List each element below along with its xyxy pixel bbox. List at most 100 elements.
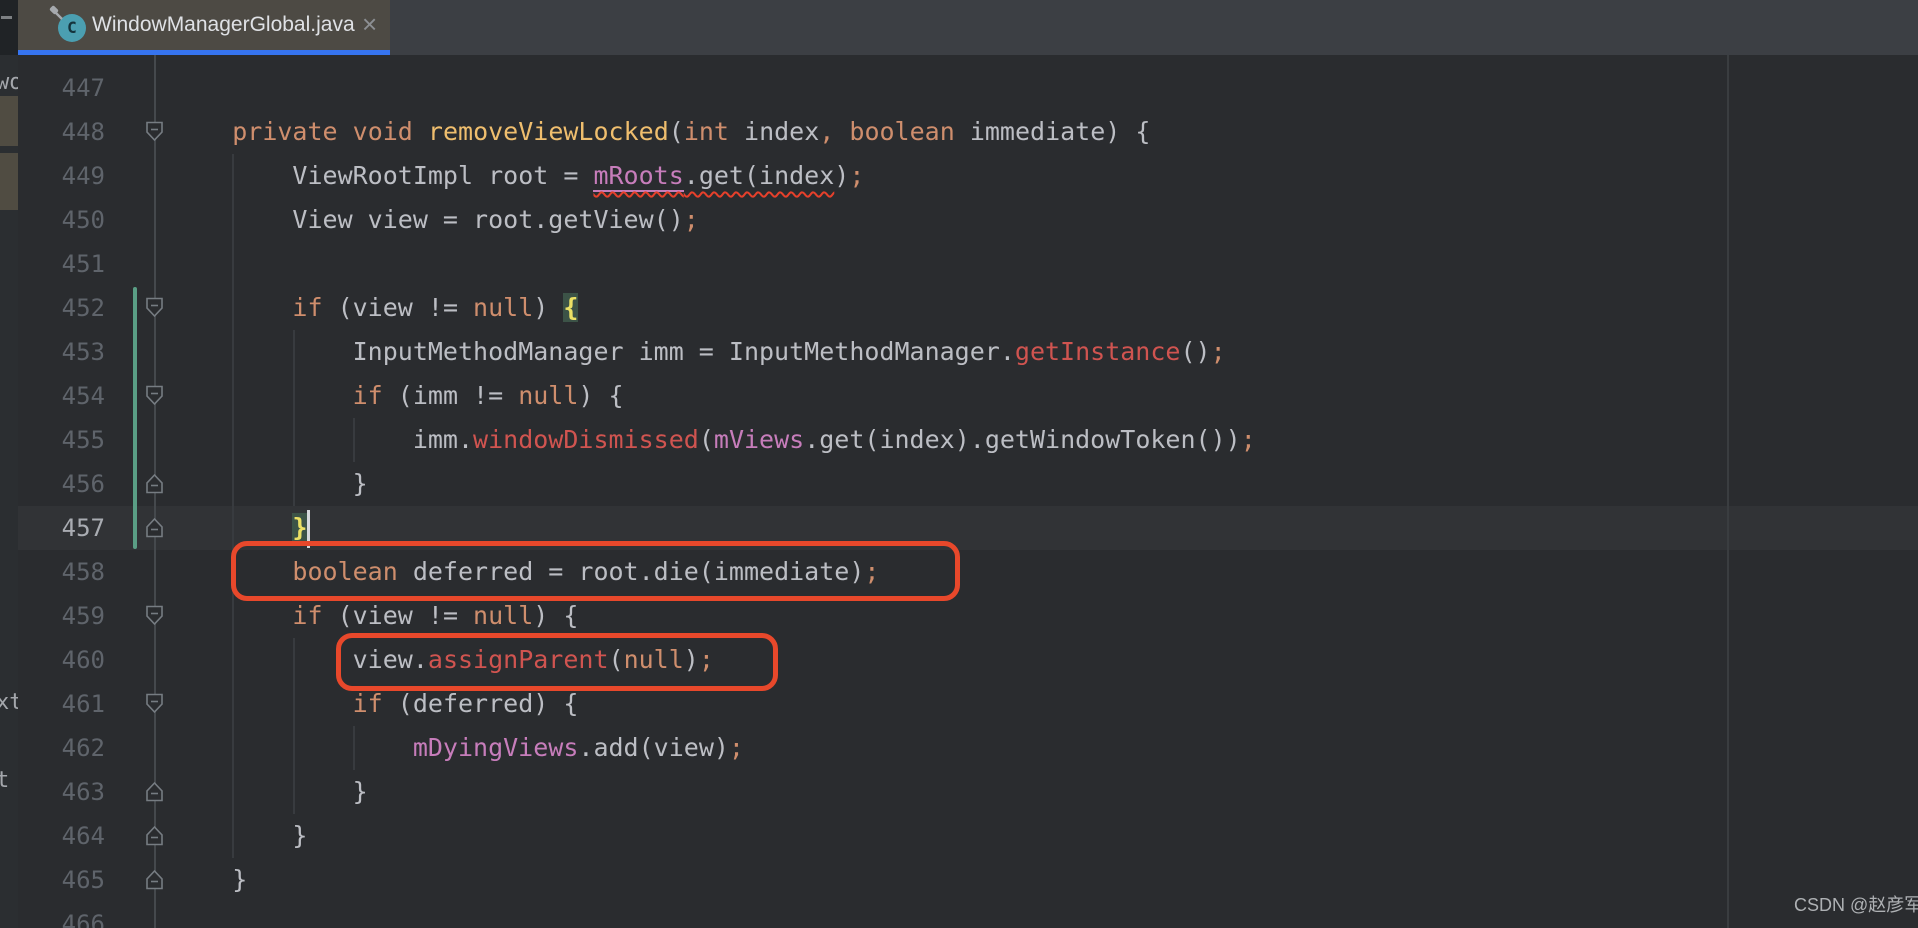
token-kw: null <box>473 293 534 322</box>
token-err: windowDismissed <box>473 425 699 454</box>
code-line[interactable]: 462 mDyingViews.add(view); <box>0 726 1918 770</box>
line-number[interactable]: 457 <box>30 506 105 550</box>
token-kw: int <box>683 117 729 146</box>
fold-collapse-icon[interactable] <box>145 693 164 714</box>
fold-end-icon[interactable] <box>145 517 164 538</box>
token-brace: { <box>563 293 579 322</box>
line-number[interactable]: 449 <box>30 154 105 198</box>
token-kw: null <box>518 381 579 410</box>
token-d: InputMethodManager imm = InputMethodMana… <box>352 337 1015 366</box>
editor-tab-bar: C WindowManagerGlobal.java × <box>0 0 1918 55</box>
token-field: mDyingViews <box>412 733 579 762</box>
code-text[interactable]: ViewRootImpl root = mRoots.get(index); <box>172 154 864 198</box>
token-d <box>413 117 428 146</box>
clipped-dash <box>1 16 12 19</box>
token-d: } <box>232 865 248 894</box>
fold-end-icon[interactable] <box>145 781 164 802</box>
token-decl: removeViewLocked <box>427 117 669 146</box>
code-text[interactable]: if (imm != null) { <box>172 374 624 418</box>
token-kw: if <box>292 601 323 630</box>
token-kw: if <box>352 689 383 718</box>
clipped-text-fragment: xt <box>0 690 18 715</box>
code-text[interactable]: if (view != null) { <box>172 286 579 330</box>
code-line[interactable]: 447 <box>0 66 1918 110</box>
line-number[interactable]: 450 <box>30 198 105 242</box>
code-text[interactable]: mDyingViews.add(view); <box>172 726 744 770</box>
code-text[interactable]: private void removeViewLocked(int index,… <box>172 110 1150 154</box>
token-d: } <box>352 777 368 806</box>
code-line[interactable]: 466 <box>0 902 1918 928</box>
code-text[interactable]: } <box>172 814 307 858</box>
code-line[interactable]: 449 ViewRootImpl root = mRoots.get(index… <box>0 154 1918 198</box>
token-d: ) <box>533 293 564 322</box>
line-number[interactable]: 452 <box>30 286 105 330</box>
token-kw: null <box>473 601 534 630</box>
tab-windowmanagerglobal[interactable]: C WindowManagerGlobal.java × <box>18 0 390 55</box>
tab-close-icon[interactable]: × <box>362 0 377 50</box>
code-line[interactable]: 450 View view = root.getView(); <box>0 198 1918 242</box>
line-number[interactable]: 466 <box>30 902 105 928</box>
line-number[interactable]: 455 <box>30 418 105 462</box>
code-line[interactable]: 453 InputMethodManager imm = InputMethod… <box>0 330 1918 374</box>
code-line[interactable]: 455 imm.windowDismissed(mViews.get(index… <box>0 418 1918 462</box>
error-squiggle: .get(index <box>684 161 835 190</box>
line-number[interactable]: 448 <box>30 110 105 154</box>
token-d: ( <box>668 117 684 146</box>
fold-end-icon[interactable] <box>145 825 164 846</box>
highlight-boolean-deferred-root-die <box>231 541 960 601</box>
code-text[interactable]: View view = root.getView(); <box>172 198 699 242</box>
fold-end-icon[interactable] <box>145 869 164 890</box>
fold-collapse-icon[interactable] <box>145 297 164 318</box>
token-kw: if <box>352 381 383 410</box>
line-number[interactable]: 462 <box>30 726 105 770</box>
line-number[interactable]: 451 <box>30 242 105 286</box>
code-line[interactable]: 454 if (imm != null) { <box>0 374 1918 418</box>
error-squiggle: mRoots <box>593 161 684 192</box>
token-kw: ; <box>683 205 699 234</box>
token-d: (view != <box>322 293 474 322</box>
code-text[interactable]: imm.windowDismissed(mViews.get(index).ge… <box>172 418 1256 462</box>
selection-block <box>0 153 18 210</box>
line-number[interactable]: 463 <box>30 770 105 814</box>
line-number[interactable]: 456 <box>30 462 105 506</box>
token-d: ) { <box>1105 117 1151 146</box>
line-number[interactable]: 461 <box>30 682 105 726</box>
code-line[interactable]: 460 view.assignParent(null); <box>0 638 1918 682</box>
fold-collapse-icon[interactable] <box>145 385 164 406</box>
token-d: ) { <box>533 601 579 630</box>
line-number[interactable]: 465 <box>30 858 105 902</box>
code-line[interactable]: 448 private void removeViewLocked(int in… <box>0 110 1918 154</box>
code-line[interactable]: 464 } <box>0 814 1918 858</box>
clipped-text-fragment: t <box>0 768 10 793</box>
line-number[interactable]: 458 <box>30 550 105 594</box>
line-number[interactable]: 454 <box>30 374 105 418</box>
token-d: (imm != <box>382 381 519 410</box>
line-number[interactable]: 447 <box>30 66 105 110</box>
code-text[interactable]: } <box>172 858 247 902</box>
line-number[interactable]: 453 <box>30 330 105 374</box>
token-field: mRoots <box>593 161 684 192</box>
tabbar-left-corner <box>0 0 18 55</box>
line-number[interactable]: 464 <box>30 814 105 858</box>
code-line[interactable]: 465 } <box>0 858 1918 902</box>
code-line[interactable]: 463 } <box>0 770 1918 814</box>
code-text[interactable]: } <box>172 462 368 506</box>
token-kw: ; <box>849 161 865 190</box>
token-kw: private <box>232 117 338 146</box>
code-text[interactable]: InputMethodManager imm = InputMethodMana… <box>172 330 1226 374</box>
token-kw: if <box>292 293 323 322</box>
token-kw: ; <box>728 733 744 762</box>
line-number[interactable]: 460 <box>30 638 105 682</box>
token-d: } <box>352 469 368 498</box>
code-line[interactable]: 451 <box>0 242 1918 286</box>
code-line[interactable]: 452 if (view != null) { <box>0 286 1918 330</box>
code-line[interactable]: 461 if (deferred) { <box>0 682 1918 726</box>
token-d: (deferred) { <box>382 689 579 718</box>
fold-collapse-icon[interactable] <box>145 605 164 626</box>
code-line[interactable]: 456 } <box>0 462 1918 506</box>
line-number[interactable]: 459 <box>30 594 105 638</box>
code-text[interactable]: } <box>172 770 368 814</box>
pin-icon[interactable] <box>48 5 66 23</box>
fold-collapse-icon[interactable] <box>145 121 164 142</box>
fold-end-icon[interactable] <box>145 473 164 494</box>
